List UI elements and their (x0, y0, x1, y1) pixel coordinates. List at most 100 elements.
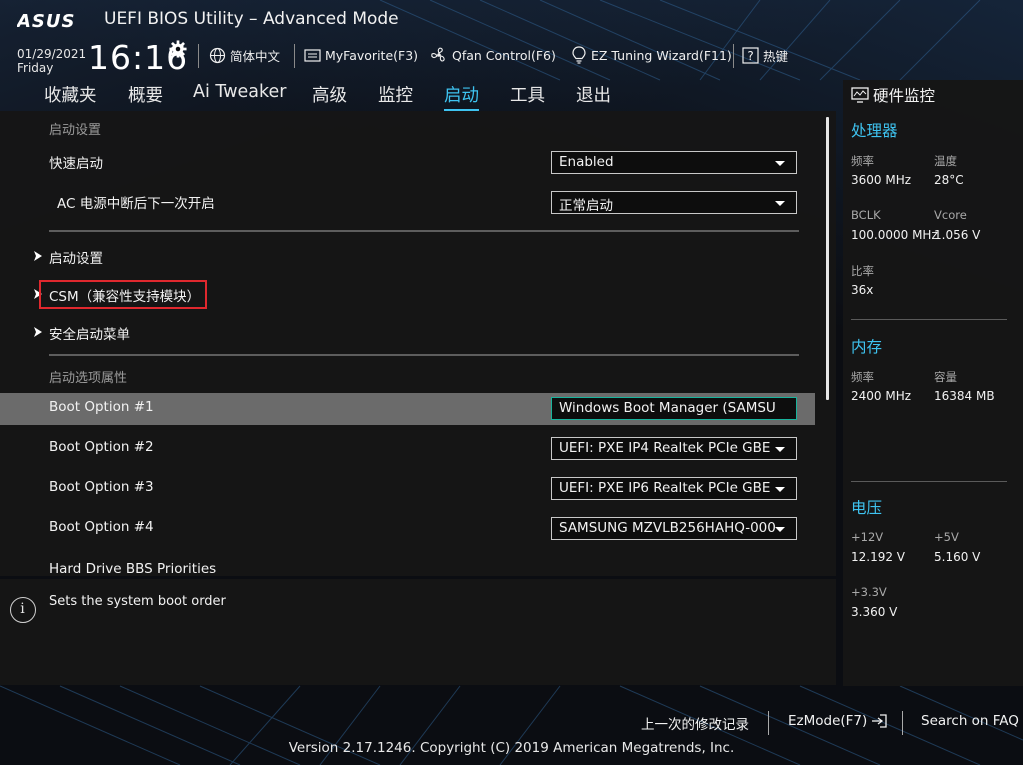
monitor-icon (851, 87, 869, 103)
boot-option-1-value: Windows Boot Manager (SAMSU (559, 400, 776, 416)
boot-option-4-value: SAMSUNG MZVLB256HAHQ-000 (559, 520, 776, 536)
last-modified-button[interactable]: 上一次的修改记录 (641, 713, 749, 733)
section-divider (49, 354, 799, 356)
hard-drive-bbs-priorities-item[interactable]: Hard Drive BBS Priorities (49, 561, 216, 576)
memory-capacity-label: 容量 (934, 370, 957, 384)
footer-divider (902, 711, 903, 735)
cpu-frequency-value: 3600 MHz (851, 173, 912, 187)
memory-heading: 内存 (851, 338, 883, 356)
voltage-12v-value: 12.192 V (851, 550, 906, 564)
header-divider (198, 44, 199, 68)
cpu-frequency-label: 频率 (851, 154, 874, 168)
tab-exit[interactable]: 退出 (576, 82, 611, 107)
boot-option-3-value: UEFI: PXE IP6 Realtek PCIe GBE (559, 480, 771, 496)
submenu-csm[interactable]: CSM（兼容性支持模块） (49, 285, 200, 305)
monitor-divider (851, 319, 1007, 320)
header-divider (733, 44, 734, 68)
fan-icon (431, 47, 445, 62)
voltage-3v3-label: +3.3V (851, 585, 887, 599)
section-header-boot-option-priorities: 启动选项属性 (49, 371, 128, 386)
version-copyright: Version 2.17.1246. Copyright (C) 2019 Am… (288, 740, 735, 756)
memory-frequency-label: 频率 (851, 370, 874, 384)
boot-option-2-select[interactable]: UEFI: PXE IP4 Realtek PCIe GBE (551, 437, 797, 460)
ezmode-button[interactable]: EzMode(F7) (788, 713, 888, 729)
voltage-12v-label: +12V (851, 530, 884, 544)
dropdown-caret-icon (775, 527, 785, 532)
hardware-monitor-title: 硬件监控 (851, 84, 935, 106)
boot-option-3-label: Boot Option #3 (49, 479, 154, 495)
boot-option-4-label: Boot Option #4 (49, 519, 154, 535)
submenu-arrow-icon (34, 327, 42, 337)
search-faq-button[interactable]: Search on FAQ (921, 713, 1019, 729)
tab-tool[interactable]: 工具 (510, 82, 545, 107)
boot-option-4-select[interactable]: SAMSUNG MZVLB256HAHQ-000 (551, 517, 797, 540)
asus-logo: ASUS (17, 11, 75, 30)
cpu-heading: 处理器 (851, 122, 898, 140)
header-divider (294, 44, 295, 68)
ratio-value: 36x (851, 283, 874, 297)
hardware-monitor-title-text: 硬件监控 (873, 87, 936, 105)
svg-text:ASUS: ASUS (17, 11, 75, 30)
ac-power-loss-select[interactable]: 正常启动 (551, 191, 797, 214)
tab-boot[interactable]: 启动 (444, 82, 479, 111)
submenu-arrow-icon (34, 251, 42, 261)
hardware-monitor-panel: 硬件监控 处理器 频率 温度 3600 MHz 28°C BCLK Vcore … (843, 80, 1023, 686)
header-bar: ASUS UEFI BIOS Utility – Advanced Mode 0… (0, 0, 1023, 80)
favorite-icon (304, 48, 321, 62)
bclk-value: 100.0000 MHz (851, 228, 938, 242)
info-icon: i (10, 597, 36, 623)
globe-icon (209, 47, 226, 63)
fast-boot-label: 快速启动 (49, 156, 103, 172)
voltage-5v-value: 5.160 V (934, 550, 981, 564)
voltage-3v3-value: 3.360 V (851, 605, 898, 619)
app-title: UEFI BIOS Utility – Advanced Mode (104, 9, 399, 29)
main-scrollbar[interactable] (826, 117, 829, 400)
exit-arrow-icon (872, 714, 887, 728)
section-header-boot-config: 启动设置 (49, 123, 102, 138)
boot-option-1-select[interactable]: Windows Boot Manager (SAMSU (551, 397, 797, 420)
boot-option-3-select[interactable]: UEFI: PXE IP6 Realtek PCIe GBE (551, 477, 797, 500)
submenu-boot-configuration[interactable]: 启动设置 (49, 247, 103, 267)
language-label: 简体中文 (230, 48, 281, 64)
boot-option-2-value: UEFI: PXE IP4 Realtek PCIe GBE (559, 440, 771, 456)
tab-advanced[interactable]: 高级 (312, 82, 347, 107)
voltage-heading: 电压 (851, 499, 883, 517)
tab-ai-tweaker[interactable]: Ai Tweaker (193, 82, 286, 102)
dropdown-caret-icon (775, 161, 785, 166)
qfan-control-label: Qfan Control(F6) (452, 47, 556, 63)
tab-monitor[interactable]: 监控 (378, 82, 413, 107)
fast-boot-select[interactable]: Enabled (551, 151, 797, 174)
ac-power-loss-label: AC 电源中断后下一次开启 (57, 196, 215, 212)
help-text: Sets the system boot order (49, 594, 226, 609)
tab-favorites[interactable]: 收藏夹 (44, 82, 97, 107)
question-icon: ? (742, 46, 759, 64)
boot-settings-panel: 启动设置 快速启动 Enabled AC 电源中断后下一次开启 正常启动 启动设… (0, 111, 836, 576)
dropdown-caret-icon (775, 201, 785, 206)
ez-tuning-wizard-label: EZ Tuning Wizard(F11) (591, 47, 732, 63)
submenu-secure-boot[interactable]: 安全启动菜单 (49, 323, 130, 343)
gear-icon[interactable] (169, 40, 187, 58)
memory-frequency-value: 2400 MHz (851, 389, 912, 403)
date-display: 01/29/2021 Friday (17, 47, 86, 75)
qfan-control-button[interactable]: Qfan Control(F6) (430, 44, 556, 66)
weekday-text: Friday (17, 61, 54, 75)
voltage-5v-label: +5V (934, 530, 959, 544)
myfavorite-button[interactable]: MyFavorite(F3) (304, 44, 418, 66)
myfavorite-label: MyFavorite(F3) (325, 47, 419, 63)
language-button[interactable]: 简体中文 (209, 44, 280, 66)
boot-option-1-label: Boot Option #1 (49, 399, 154, 415)
cpu-temperature-value: 28°C (934, 173, 964, 187)
hotkeys-button[interactable]: ? 热键 (742, 44, 788, 66)
bclk-label: BCLK (851, 208, 881, 222)
vcore-label: Vcore (934, 208, 967, 222)
ez-tuning-wizard-button[interactable]: EZ Tuning Wizard(F11) (571, 44, 732, 66)
lightbulb-icon (572, 46, 586, 64)
fast-boot-value: Enabled (559, 154, 614, 170)
boot-option-2-label: Boot Option #2 (49, 439, 154, 455)
cpu-temperature-label: 温度 (934, 154, 957, 168)
ezmode-label: EzMode(F7) (788, 713, 868, 729)
svg-text:?: ? (747, 49, 753, 63)
dropdown-caret-icon (775, 487, 785, 492)
tab-overview[interactable]: 概要 (128, 82, 163, 107)
help-panel: i Sets the system boot order (0, 579, 836, 685)
